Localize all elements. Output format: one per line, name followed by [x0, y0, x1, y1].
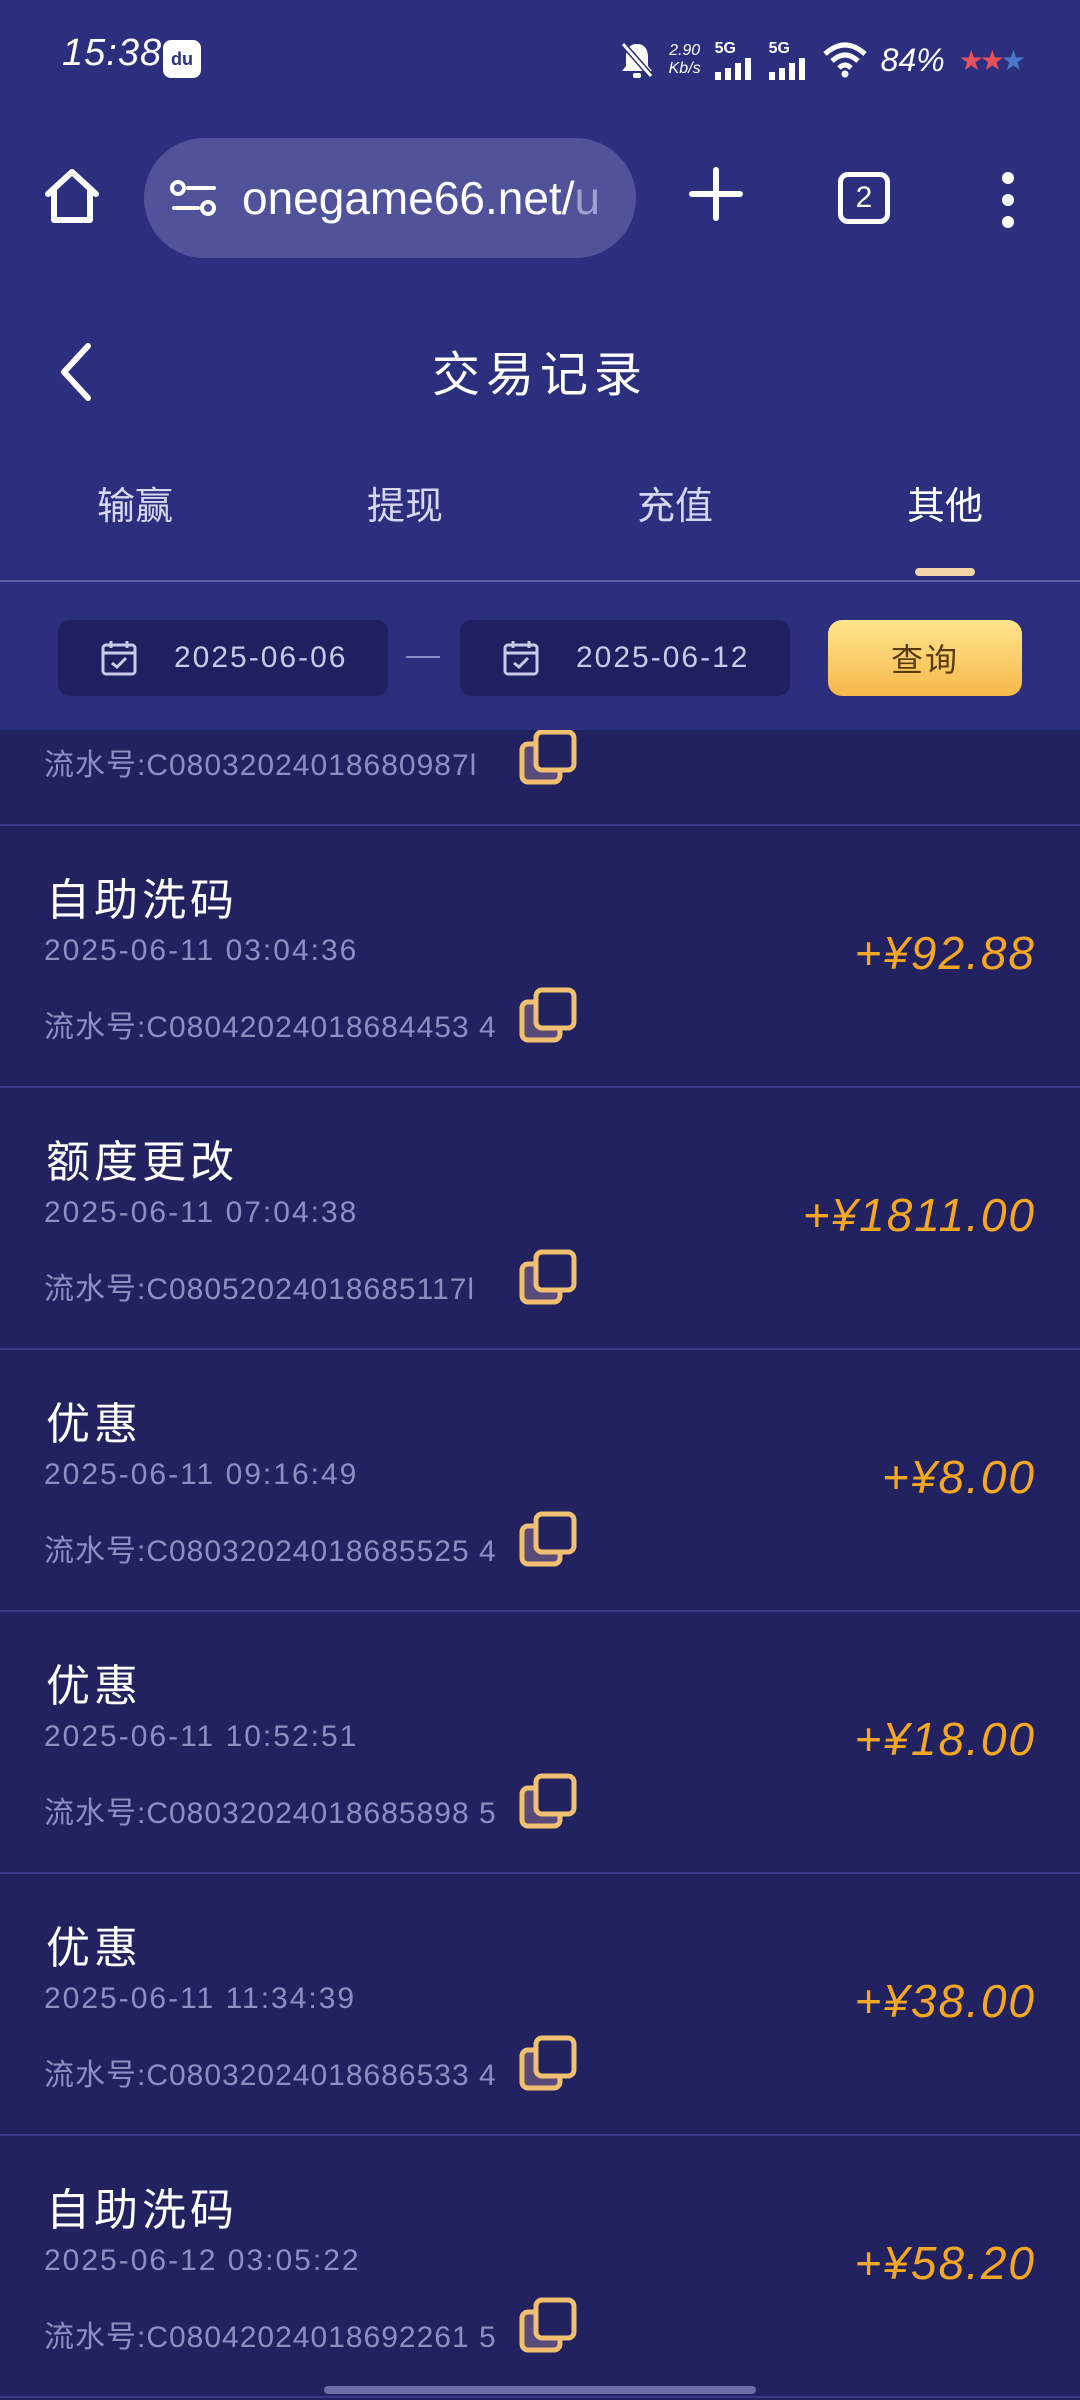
signal-1: 5G [714, 40, 755, 80]
copy-icon[interactable] [518, 2034, 578, 2094]
record-title: 优惠 [46, 1662, 142, 1711]
date-range-separator [406, 656, 440, 658]
date-filter: 2025-06-06 2025-06-12 查询 [0, 620, 1080, 700]
wifi-icon [822, 42, 867, 78]
url-main: onegame66.net/ [242, 172, 575, 224]
list-item: 优惠 2025-06-11 09:16:49 流水号:C080320240186… [0, 1350, 1080, 1612]
home-icon[interactable] [40, 164, 104, 228]
signal-2: 5G [768, 40, 809, 80]
tab-win-loss[interactable]: 输赢 [35, 475, 235, 530]
new-tab-icon[interactable] [684, 162, 748, 226]
status-bar: 15:38 du 2.90 Kb/s 5G 5G 84% ★★★ [0, 0, 1080, 120]
copy-icon[interactable] [518, 1248, 578, 1308]
record-time: 2025-06-11 09:16:49 [44, 1458, 359, 1491]
tab-other[interactable]: 其他 [845, 475, 1045, 530]
record-amount: +¥8.00 [882, 1451, 1036, 1503]
record-amount: +¥1811.00 [802, 1189, 1036, 1241]
url-text[interactable]: onegame66.net/u [242, 171, 612, 225]
record-amount: +¥58.20 [854, 2237, 1036, 2289]
site-settings-icon[interactable] [170, 178, 218, 218]
page-title: 交易记录 [431, 349, 648, 402]
start-date-picker[interactable]: 2025-06-06 [58, 620, 388, 696]
record-serial: 流水号:C08042024018684453 4 [44, 1011, 497, 1044]
record-time: 2025-06-12 03:05:22 [44, 2244, 361, 2277]
tab-withdraw[interactable]: 提现 [305, 475, 505, 530]
url-fade: u [574, 172, 601, 224]
records-list: 流水号:C08032024018680987l 自助洗码 2025-06-11 … [0, 730, 1080, 2400]
record-title: 优惠 [46, 1400, 142, 1449]
list-item: 额度更改 2025-06-11 07:04:38 流水号:C0805202401… [0, 1088, 1080, 1350]
record-title: 自助洗码 [46, 876, 238, 925]
record-serial: 流水号:C08042024018692261 5 [44, 2321, 497, 2354]
record-title: 额度更改 [46, 1138, 238, 1187]
query-button[interactable]: 查询 [828, 620, 1022, 696]
record-serial: 流水号:C08032024018685525 4 [44, 1535, 497, 1568]
more-menu-icon[interactable] [990, 168, 1026, 232]
signal-2-label: 5G [768, 40, 790, 57]
record-serial: 流水号:C08032024018686533 4 [44, 2059, 497, 2092]
copy-icon[interactable] [518, 1772, 578, 1832]
end-date-picker[interactable]: 2025-06-12 [460, 620, 790, 696]
record-amount: +¥18.00 [854, 1713, 1036, 1765]
page-header: 交易记录 输赢 提现 充值 其他 2025-06-06 2025-06-12 查… [0, 285, 1080, 730]
status-time: 15:38 [62, 32, 163, 74]
copy-icon[interactable] [518, 1510, 578, 1570]
record-time: 2025-06-11 11:34:39 [44, 1982, 357, 2015]
net-speed: 2.90 Kb/s [669, 42, 701, 78]
record-serial: 流水号:C08032024018685898 5 [44, 1797, 497, 1830]
status-indicators: 2.90 Kb/s 5G 5G 84% ★★★ [619, 30, 1026, 90]
signal-icon [768, 58, 805, 80]
address-bar[interactable]: onegame66.net/u [144, 138, 636, 258]
signal-icon [714, 58, 751, 80]
calendar-icon [101, 641, 137, 676]
list-item: 流水号:C08032024018680987l [0, 730, 1080, 826]
calendar-icon [503, 641, 539, 676]
active-tab-indicator [915, 568, 975, 576]
app-notification-icon: du [163, 40, 201, 78]
record-serial: 流水号:C08032024018680987l [44, 749, 478, 782]
record-time: 2025-06-11 07:04:38 [44, 1196, 359, 1229]
record-tabs: 输赢 提现 充值 其他 [0, 475, 1080, 580]
record-time: 2025-06-11 10:52:51 [44, 1720, 359, 1753]
start-date-value: 2025-06-06 [174, 641, 348, 674]
record-title: 自助洗码 [46, 2186, 238, 2235]
tab-deposit[interactable]: 充值 [575, 475, 775, 530]
record-serial: 流水号:C08052024018685117l [44, 1273, 476, 1306]
list-item: 自助洗码 2025-06-11 03:04:36 流水号:C0804202401… [0, 826, 1080, 1088]
record-title: 优惠 [46, 1924, 142, 1973]
rating-stars-icon: ★★★ [958, 44, 1026, 76]
list-item: 优惠 2025-06-11 10:52:51 流水号:C080320240186… [0, 1612, 1080, 1874]
net-speed-value: 2.90 [669, 42, 701, 59]
tabs-divider [0, 580, 1080, 582]
record-time: 2025-06-11 03:04:36 [44, 934, 359, 967]
end-date-value: 2025-06-12 [576, 641, 750, 674]
copy-icon[interactable] [518, 986, 578, 1046]
copy-icon[interactable] [518, 730, 578, 788]
record-amount: +¥92.88 [854, 927, 1036, 979]
record-amount: +¥38.00 [854, 1975, 1036, 2027]
page: 15:38 du 2.90 Kb/s 5G 5G 84% ★★★ onegame… [0, 0, 1080, 2400]
net-speed-unit: Kb/s [668, 60, 701, 77]
copy-icon[interactable] [518, 2296, 578, 2356]
battery-level: 84% [880, 41, 945, 78]
mute-bell-icon [620, 42, 653, 78]
tab-switcher-button[interactable]: 2 [838, 172, 890, 224]
home-indicator[interactable] [324, 2386, 756, 2394]
list-item: 自助洗码 2025-06-12 03:05:22 流水号:C0804202401… [0, 2136, 1080, 2398]
browser-toolbar: onegame66.net/u 2 [0, 120, 1080, 285]
list-item: 优惠 2025-06-11 11:34:39 流水号:C080320240186… [0, 1874, 1080, 2136]
signal-1-label: 5G [714, 40, 736, 57]
